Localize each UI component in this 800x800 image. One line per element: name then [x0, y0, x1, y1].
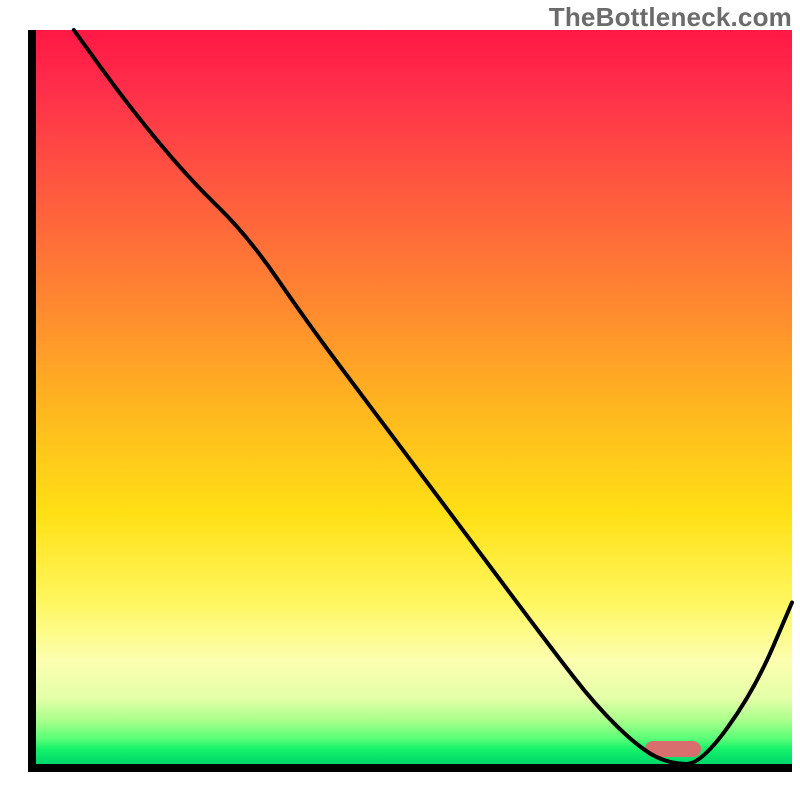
x-axis	[28, 764, 792, 772]
y-axis	[28, 30, 36, 772]
bottleneck-curve	[36, 30, 792, 764]
chart-frame: TheBottleneck.com	[0, 0, 800, 800]
plot-area	[36, 30, 792, 764]
watermark-text: TheBottleneck.com	[549, 2, 792, 33]
